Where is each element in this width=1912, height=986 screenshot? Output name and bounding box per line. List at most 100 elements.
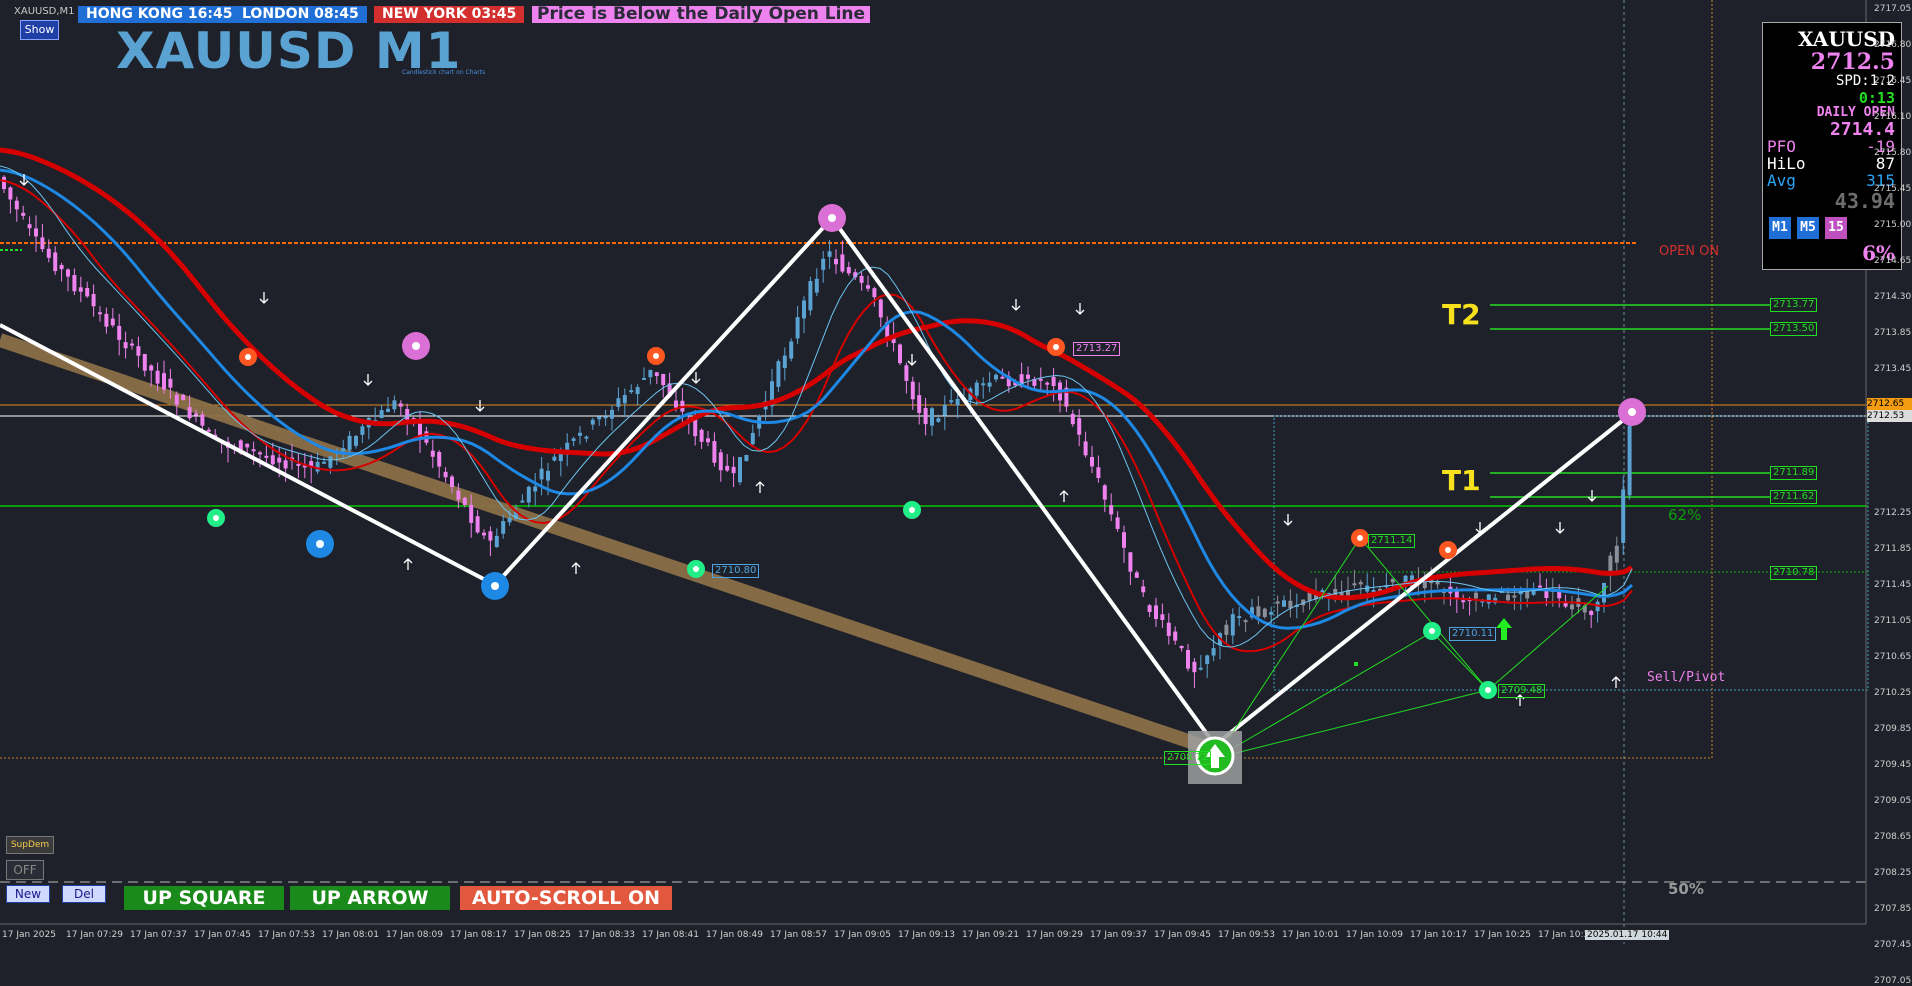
up-arrow-button[interactable]: UP ARROW [290,886,450,910]
tf-m1-button[interactable]: M1 [1769,217,1791,239]
time-axis-label: 17 Jan 08:41 [642,930,699,940]
clock-label: HONG KONG 16:45 [86,6,233,22]
time-axis-label: 17 Jan 10:17 [1410,930,1467,940]
price-axis-label: 2710.65 [1874,652,1912,662]
sell-pivot-label: Sell/Pivot [1647,670,1726,685]
fib-62-label: 62% [1668,506,1702,524]
clock-label: LONDON 08:45 [242,6,359,22]
time-axis-label: 17 Jan 09:29 [1026,930,1083,940]
price-tag: 2709.48 [1498,684,1546,698]
time-axis-label: 17 Jan 08:17 [450,930,507,940]
time-axis-label: 17 Jan 07:53 [258,930,315,940]
tf-m5-button[interactable]: M5 [1797,217,1819,239]
time-axis-label: 17 Jan 2025 [2,930,56,940]
chart-symbol-label: XAUUSD,M1 [14,6,75,17]
time-axis-label: 17 Jan 09:21 [962,930,1019,940]
price-tag: 2713.50 [1770,322,1818,336]
auto-scroll-button[interactable]: AUTO-SCROLL ON [460,886,672,910]
price-tag: 2713.77 [1770,298,1818,312]
price-axis-label: 2708.25 [1874,868,1912,878]
zigzag-line [0,214,1634,748]
price-tag: 2711.89 [1770,466,1818,480]
del-button[interactable]: Del [62,885,106,903]
alert-message: Price is Below the Daily Open Line [532,6,871,23]
time-axis-label: 17 Jan 09:37 [1090,930,1147,940]
price-axis-label: 2713.45 [1874,364,1912,374]
clock-label: NEW YORK 03:45 [382,6,517,22]
price-axis-label: 2717.05 [1874,4,1912,14]
time-axis-label: 17 Jan 10:25 [1474,930,1531,940]
price-axis-label: 2715.45 [1874,184,1912,194]
clock-london: LONDON 08:45 [234,6,367,23]
time-axis-label: 17 Jan 09:45 [1154,930,1211,940]
price-tag: 2708.72 [1164,751,1212,765]
price-axis-label: 2711.45 [1874,580,1912,590]
info-avg-label: Avg [1767,171,1796,190]
cursor-time-badge: 2025.01.17 10:44 [1585,930,1670,940]
show-button[interactable]: Show [20,20,59,40]
time-axis-label: 17 Jan 07:29 [66,930,123,940]
small-green-dot [1354,662,1358,666]
fib-50-label: 50% [1668,880,1704,898]
price-axis-label: 2716.80 [1874,40,1912,50]
price-tag: 2711.14 [1368,534,1416,548]
price-axis-label: 2716.10 [1874,112,1912,122]
time-axis-label: 17 Jan 09:05 [834,930,891,940]
price-tag: 2710.80 [712,564,760,578]
time-axis-label: 17 Jan 08:09 [386,930,443,940]
clock-new-york: NEW YORK 03:45 [374,6,525,23]
t1-label: T1 [1442,464,1481,497]
price-tag: 2710.78 [1770,566,1818,580]
moving-averages-group [0,147,1634,653]
chart-subtitle: Candlestick chart on Charts [402,69,486,76]
bid-price-badge: 2712.53 [1867,410,1912,422]
price-tag: 2711.62 [1770,490,1818,504]
price-axis-label: 2714.65 [1874,256,1912,266]
green-up-arrow-icon [1496,618,1512,640]
new-button[interactable]: New [6,885,50,903]
price-axis-label: 2708.65 [1874,832,1912,842]
clock-hong-kong: HONG KONG 16:45 [78,6,241,23]
open-on-label: OPEN ON [1659,244,1720,259]
price-axis-label: 2711.85 [1874,544,1912,554]
price-chart[interactable] [0,0,1912,946]
price-axis-label: 2709.45 [1874,760,1912,770]
time-axis-label: 17 Jan 10:09 [1346,930,1403,940]
up-square-button[interactable]: UP SQUARE [124,886,284,910]
time-axis-label: 17 Jan 09:53 [1218,930,1275,940]
range-box [1273,415,1869,691]
t2-label: T2 [1442,298,1481,331]
time-axis-label: 17 Jan 07:45 [194,930,251,940]
time-axis-label: 17 Jan 10:01 [1282,930,1339,940]
price-axis-label: 2712.25 [1874,508,1912,518]
info-price: 2712.5 [1810,49,1895,75]
price-axis-label: 2707.05 [1874,976,1912,986]
time-axis-label: 17 Jan 08:25 [514,930,571,940]
price-axis-label: 2710.25 [1874,688,1912,698]
time-axis-label: 17 Jan 08:49 [706,930,763,940]
time-axis-label: 17 Jan 10:3 [1538,930,1590,940]
off-toggle[interactable]: OFF [6,860,44,880]
price-axis-label: 2709.85 [1874,724,1912,734]
time-axis-label: 17 Jan 09:13 [898,930,955,940]
price-axis-label: 2715.00 [1874,220,1912,230]
supdem-button[interactable]: SupDem [6,836,54,854]
price-axis-label: 2711.05 [1874,616,1912,626]
price-axis-label: 2714.30 [1874,292,1912,302]
price-tag: 2710.11 [1449,627,1497,641]
price-axis-label: 2713.85 [1874,328,1912,338]
time-axis-label: 17 Jan 08:33 [578,930,635,940]
price-axis-label: 2716.45 [1874,76,1912,86]
tf-m15-button[interactable]: 15 [1825,217,1847,239]
time-axis-label: 17 Jan 08:01 [322,930,379,940]
current-price-badge: 2712.65 [1867,398,1912,410]
info-panel: XAUUSD 2712.5 SPD:1.2 0:13 DAILY OPEN 27… [1762,22,1902,270]
price-tag: 2713.27 [1073,342,1121,356]
price-axis-label: 2707.45 [1874,940,1912,950]
price-axis-label: 2707.85 [1874,904,1912,914]
price-axis-label: 2715.80 [1874,148,1912,158]
time-axis-label: 17 Jan 08:57 [770,930,827,940]
time-axis-label: 17 Jan 07:37 [130,930,187,940]
pattern-line-base [1215,689,1489,759]
price-axis-label: 2709.05 [1874,796,1912,806]
